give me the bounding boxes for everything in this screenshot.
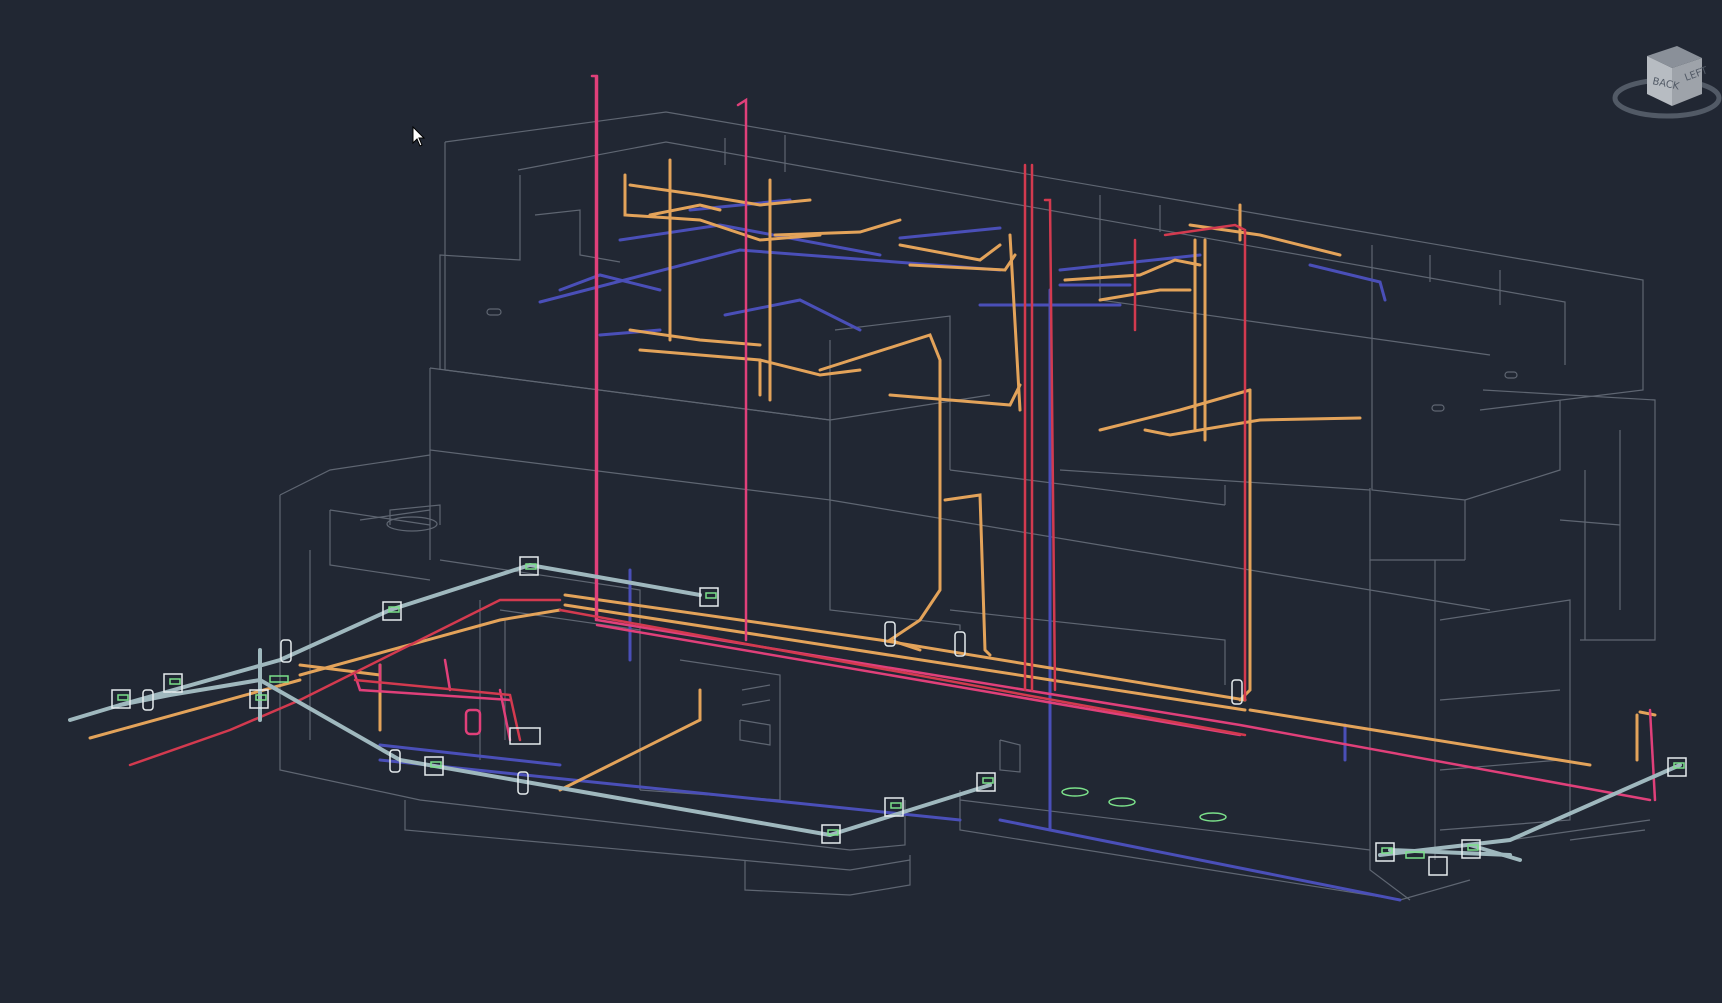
model-viewport[interactable]: BACK LEFT (0, 0, 1722, 1003)
gas-piping (128, 163, 1247, 767)
sewer-piping (68, 562, 1682, 862)
plumbing-3d-model[interactable] (0, 0, 1722, 1003)
cleanout-fittings (111, 556, 1687, 876)
mouse-pointer-icon (412, 126, 426, 147)
cold-water-piping (378, 198, 1402, 902)
viewcube-icon[interactable]: BACK LEFT (1602, 36, 1722, 126)
